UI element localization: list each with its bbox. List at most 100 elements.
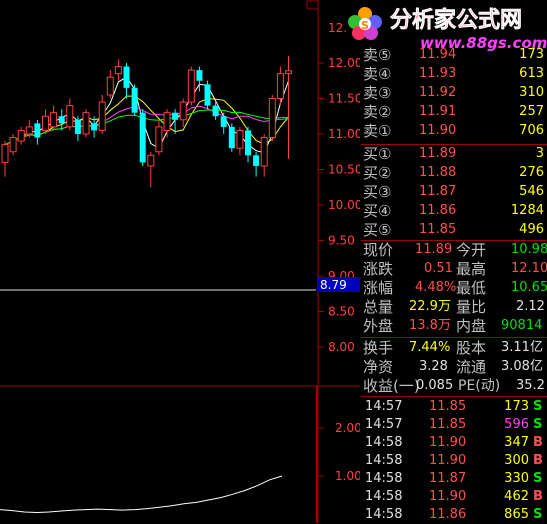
tick-time: 14:58	[365, 471, 403, 486]
price-tick-label: 10.00	[328, 198, 360, 212]
candle-body	[212, 105, 219, 117]
order-label: 买⑤	[363, 221, 392, 239]
candle-body	[245, 130, 251, 156]
buy-order-row[interactable]: 买④ 11.86 1284	[361, 202, 547, 220]
candle-body	[131, 87, 138, 113]
tick-volume: 462	[504, 489, 529, 504]
fundamental-row: 收益(一) 0.085 PE(动) 35.2	[363, 377, 545, 395]
order-price: 11.92	[419, 85, 457, 100]
order-label: 卖②	[363, 103, 392, 121]
tick-time: 14:58	[365, 435, 403, 450]
tick-time: 14:58	[365, 489, 403, 504]
tick-volume: 300	[504, 453, 529, 468]
sell-order-row[interactable]: 卖⑤ 11.94 173	[361, 46, 547, 64]
candle-body	[74, 119, 81, 134]
candle-body	[66, 105, 74, 128]
tick-side: B	[533, 489, 543, 504]
price-axis: 12.12.0011.5011.0010.5010.009.509.008.50…	[318, 21, 360, 354]
sell-order-row[interactable]: 卖③ 11.92 310	[361, 84, 547, 102]
candle-body	[58, 116, 65, 124]
buy-order-row[interactable]: 买① 11.89 3	[361, 145, 547, 163]
quote-row: 外盘 13.8万 内盘 90814	[363, 317, 543, 335]
order-label: 买③	[363, 183, 392, 201]
candle-body	[114, 66, 122, 75]
sell-order-row[interactable]: 卖④ 11.93 613	[361, 65, 547, 83]
order-volume: 1284	[510, 203, 544, 218]
order-label: 买④	[363, 202, 392, 220]
sell-order-row[interactable]: 卖① 11.90 706	[361, 122, 547, 140]
divider	[361, 396, 547, 397]
order-price: 11.88	[419, 165, 457, 180]
quote-panel: 卖⑤ 11.94 173 卖④ 11.93 613 卖③ 11.92 310 卖② 11.91 257…	[361, 0, 547, 523]
candles-group	[1, 55, 292, 188]
candle-body	[42, 115, 49, 131]
tick-time: 14:58	[365, 507, 403, 522]
order-volume: 3	[535, 146, 544, 161]
candle-body	[82, 112, 90, 135]
volume-tick-label: 2.00	[335, 421, 360, 435]
quote-row: 总量 22.9万 量比 2.12	[363, 298, 545, 316]
quote-row: 涨跌 0.51 最高 12.10	[363, 260, 547, 278]
candle-body	[260, 137, 268, 167]
candle-body	[139, 112, 146, 163]
tick-price: 11.90	[429, 453, 467, 468]
tick-side: S	[533, 471, 543, 486]
candle-body	[172, 112, 179, 120]
order-volume: 173	[519, 47, 544, 62]
candle-body	[268, 98, 276, 139]
order-price: 11.91	[419, 104, 457, 119]
order-price: 11.93	[419, 66, 457, 81]
tick-volume: 330	[504, 471, 529, 486]
tick-volume: 865	[504, 507, 529, 522]
tick-price: 11.90	[429, 489, 467, 504]
order-label: 卖③	[363, 84, 392, 102]
order-label: 买②	[363, 164, 392, 182]
candle-body	[163, 112, 171, 131]
buy-order-row[interactable]: 买③ 11.87 546	[361, 183, 547, 201]
price-tick-label: 12.00	[328, 56, 360, 70]
candle-body	[179, 101, 187, 121]
candle-body	[9, 137, 17, 153]
candle-body	[25, 126, 33, 135]
tick-row: 14:58 11.90 462 B	[361, 488, 547, 506]
price-tick-label: 9.50	[328, 234, 355, 248]
candle-body	[236, 129, 244, 149]
tick-price: 11.85	[429, 417, 467, 432]
buy-order-row[interactable]: 买② 11.88 276	[361, 164, 547, 182]
tick-side: S	[533, 417, 543, 432]
candle-body	[187, 69, 195, 103]
tick-side: B	[533, 435, 543, 450]
candle-body	[204, 84, 211, 106]
tick-side: S	[533, 507, 543, 522]
tick-row: 14:58 11.86 865 S	[361, 506, 547, 524]
tick-row: 14:58 11.90 300 B	[361, 452, 547, 470]
order-label: 卖⑤	[363, 46, 392, 64]
divider	[361, 337, 547, 338]
tick-price: 11.86	[429, 507, 467, 522]
chart-grid	[0, 0, 360, 523]
buy-order-row[interactable]: 买⑤ 11.85 496	[361, 221, 547, 239]
volume-tick-label: 1.00	[335, 469, 360, 483]
candle-body	[34, 123, 41, 138]
order-price: 11.86	[419, 203, 457, 218]
order-volume: 706	[519, 123, 544, 138]
order-price: 11.87	[419, 184, 457, 199]
candle-body	[220, 116, 227, 127]
candle-body	[228, 126, 235, 149]
candle-body	[1, 144, 9, 163]
candle-body	[91, 123, 98, 131]
price-tick-label: 10.50	[328, 163, 360, 177]
tick-row: 14:58 11.87 330 S	[361, 470, 547, 488]
candle-body	[276, 73, 284, 100]
order-volume: 496	[519, 222, 544, 237]
order-volume: 276	[519, 165, 544, 180]
price-tick-label: 8.50	[328, 305, 355, 319]
tick-time: 14:58	[365, 453, 403, 468]
candlestick-chart[interactable]: 12.12.0011.5011.0010.5010.009.509.008.50…	[0, 0, 360, 523]
fundamental-row: 换手 7.44% 股本 3.11亿	[363, 339, 543, 357]
volume-indicator-line	[0, 475, 283, 514]
tick-price: 11.87	[429, 471, 467, 486]
sell-order-row[interactable]: 卖② 11.91 257	[361, 103, 547, 121]
candle-body	[123, 66, 130, 88]
tick-time: 14:57	[365, 399, 403, 414]
